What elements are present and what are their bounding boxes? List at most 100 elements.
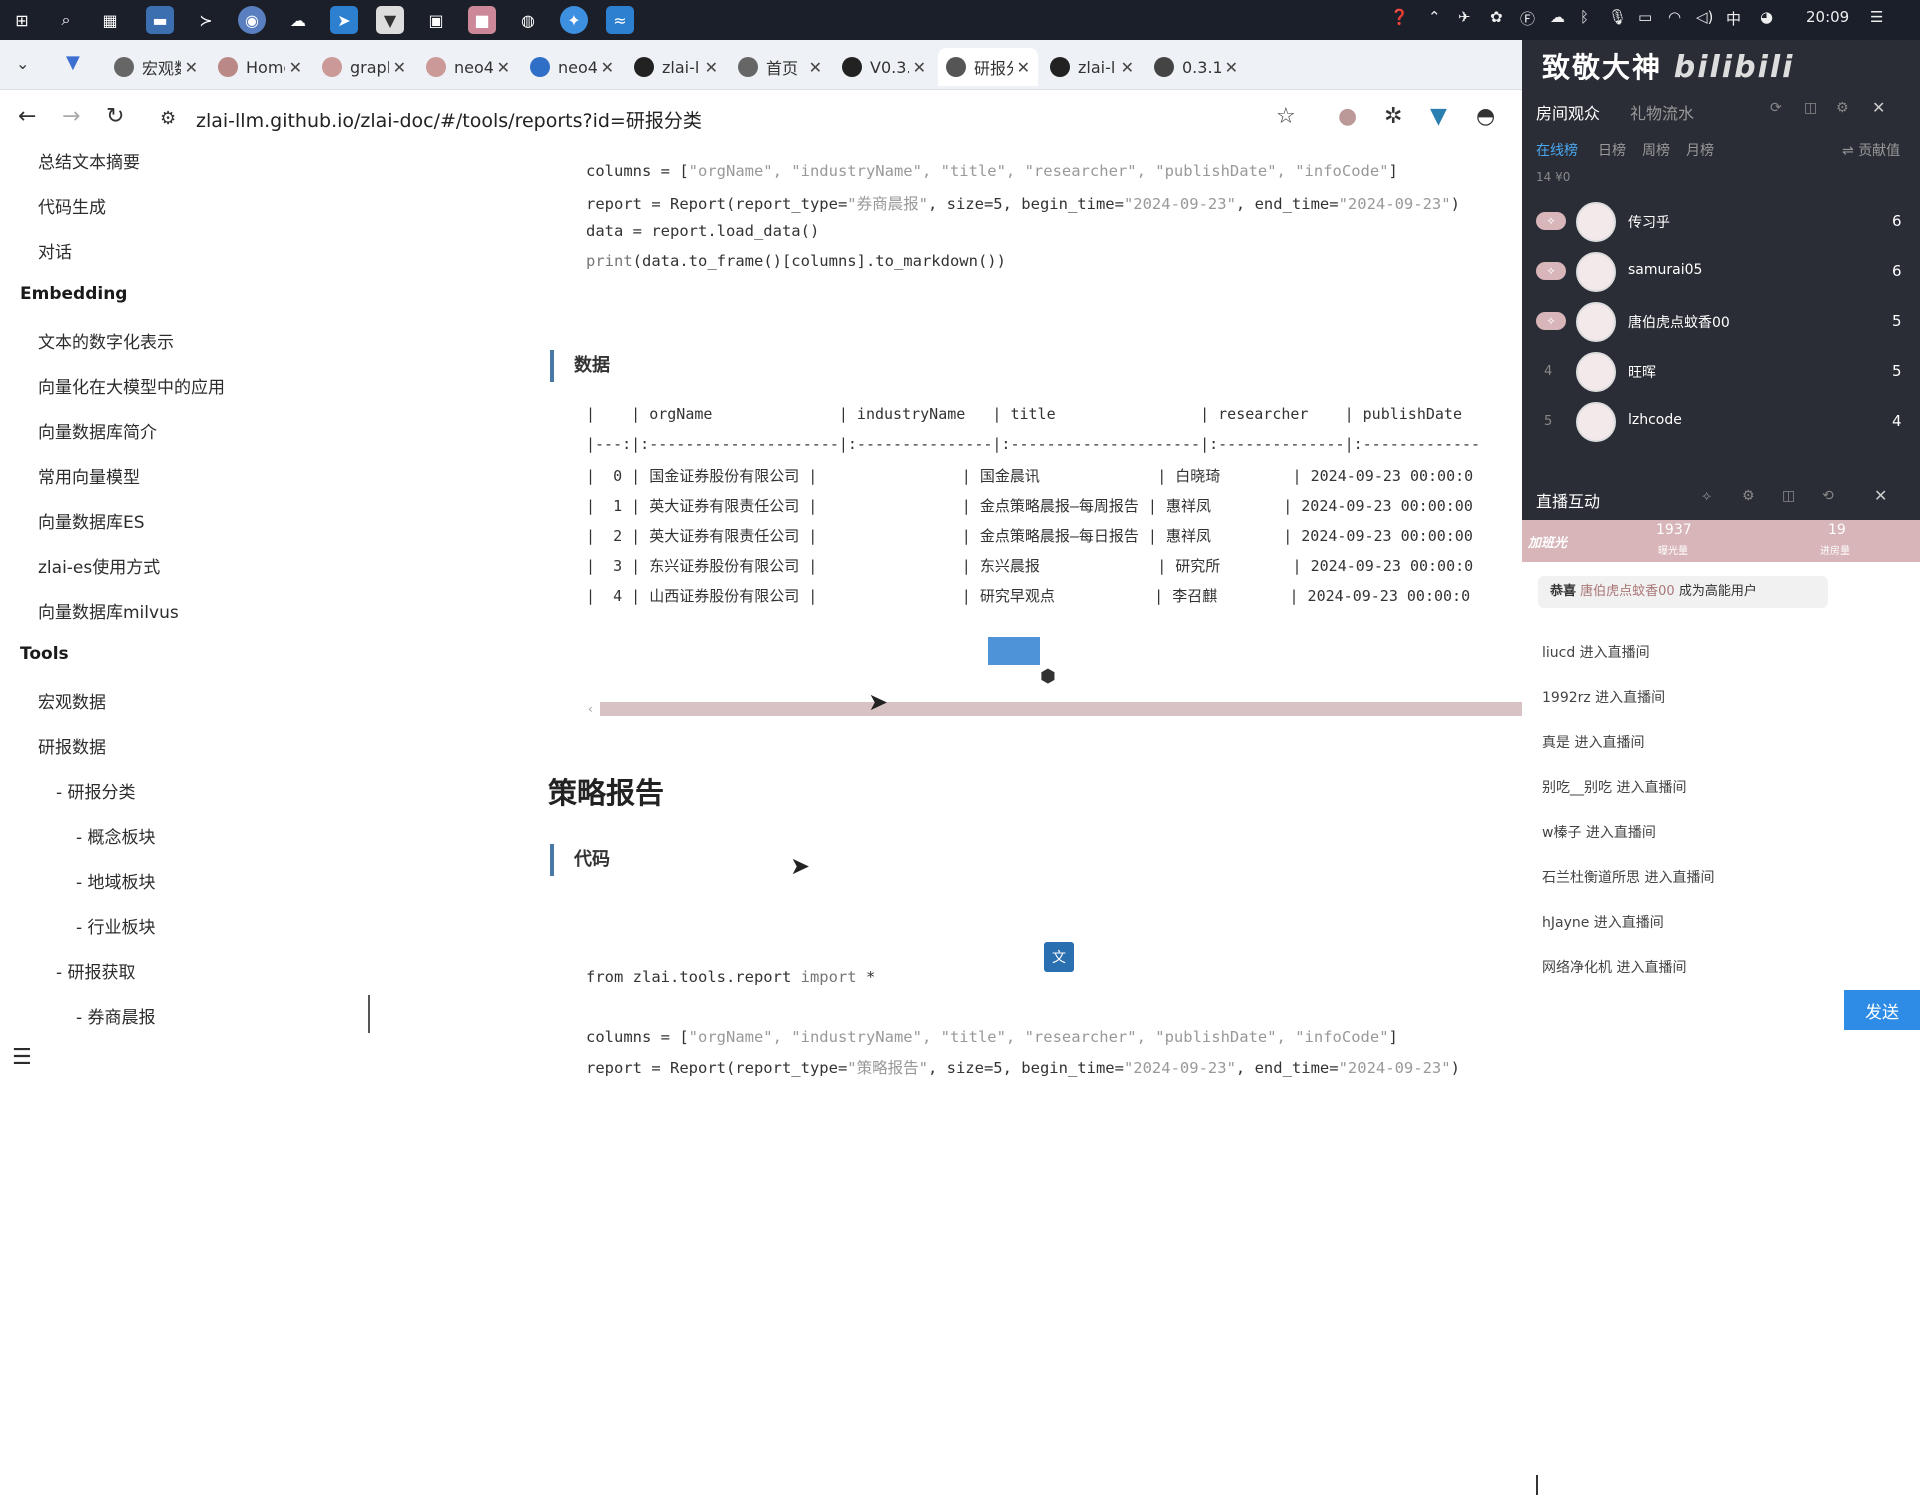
panel-lock-icon[interactable]: ◫ [1804,100,1817,116]
vscode-icon[interactable]: ▼ [376,6,404,34]
tab-close-icon[interactable]: ✕ [809,58,822,77]
tab-close-icon[interactable]: ✕ [185,58,198,77]
browser-tab[interactable]: 首页 ✕ [730,48,830,86]
sidebar-item[interactable]: zlai-es使用方式 [38,553,160,578]
vue-icon[interactable]: ▼ [66,52,80,73]
bookmark-star-icon[interactable]: ☆ [1276,104,1296,129]
mic-icon[interactable]: 🎙 [1608,8,1627,26]
browser-tab[interactable]: Home✕ [210,48,310,86]
file-explorer-icon[interactable]: ▬ [146,6,174,34]
browser-tab[interactable]: 宏观数✕ [106,48,206,86]
app3-icon[interactable]: ■ [468,6,496,34]
panel-close-icon[interactable]: ✕ [1872,98,1885,117]
browser-tab[interactable]: graph✕ [314,48,414,86]
chevron-up-icon[interactable]: ⌃ [1428,8,1441,26]
tab-close-icon[interactable]: ✕ [393,58,406,77]
tab-close-icon[interactable]: ✕ [601,58,614,77]
browser-tab[interactable]: neo4j✕ [418,48,518,86]
interact-refresh-icon[interactable]: ⟲ [1822,488,1834,504]
tab-close-icon[interactable]: ✕ [497,58,510,77]
wifi-icon[interactable]: ◠ [1668,8,1681,26]
browser-tab[interactable]: zlai-l ✕ [626,48,726,86]
sidebar-item[interactable]: 常用向量模型 [38,463,140,488]
sidebar-subitem[interactable]: - 概念板块 [76,823,156,848]
battery-icon[interactable]: ▭ [1638,8,1652,26]
panel-settings-icon[interactable]: ⚙ [1836,100,1849,116]
chat-input[interactable] [1522,990,1844,1030]
tray-app3-icon[interactable]: Ⓕ [1520,8,1535,29]
horizontal-scrollbar[interactable] [600,702,1522,716]
vue-devtools-icon[interactable]: ▼ [1430,104,1447,129]
interact-close-icon[interactable]: ✕ [1874,486,1887,505]
search-icon[interactable]: ⌕ [52,6,80,34]
menu-hamburger-icon[interactable]: ☰ [12,1045,32,1070]
tab-close-icon[interactable]: ✕ [289,58,302,77]
sidebar-subitem[interactable]: - 研报获取 [56,958,136,983]
task-view-icon[interactable]: ▦ [96,6,124,34]
notification-icon[interactable]: ☰ [1870,8,1883,26]
extension2-icon[interactable]: ✲ [1384,104,1402,129]
panel-tool-icon[interactable]: ⟳ [1770,100,1782,116]
sidebar-subitem[interactable]: - 行业板块 [76,913,156,938]
rank-tab-day[interactable]: 日榜 [1598,140,1626,160]
profile-icon[interactable]: ◓ [1476,104,1495,129]
app-icon[interactable]: ➤ [330,6,358,34]
scroll-left-icon[interactable]: ‹ [588,702,593,716]
terminal-icon[interactable]: ≻ [192,6,220,34]
volume-icon[interactable]: ◁) [1696,8,1713,26]
sidebar-item[interactable]: 向量数据库ES [38,508,145,533]
sidebar-item[interactable]: 向量数据库milvus [38,598,179,623]
tab-close-icon[interactable]: ✕ [1017,58,1030,77]
reload-icon[interactable]: ↻ [106,104,124,129]
sidebar-item[interactable]: 总结文本摘要 [38,148,140,173]
tray-cloud-icon[interactable]: ☁ [1550,8,1565,26]
browser-tab[interactable]: V0.3. ✕ [834,48,934,86]
forward-icon[interactable]: → [62,104,80,129]
site-info-icon[interactable]: ⚙ [160,108,176,129]
windows-start-icon[interactable]: ⊞ [8,6,36,34]
browser-tab[interactable]: neo4 ✕ [522,48,622,86]
tab-list-chevron-icon[interactable]: ⌄ [16,54,29,73]
sidebar-item[interactable]: 宏观数据 [38,688,106,713]
tab-close-icon[interactable]: ✕ [913,58,926,77]
sidebar-subitem[interactable]: - 地域板块 [76,868,156,893]
extension-icon[interactable]: ● [1338,104,1357,129]
chrome-icon[interactable]: ◍ [514,6,542,34]
tab-close-icon[interactable]: ✕ [705,58,718,77]
sidebar-item[interactable]: 对话 [38,238,72,263]
cloud-app-icon[interactable]: ≈ [606,6,634,34]
tab-close-icon[interactable]: ✕ [1225,58,1238,77]
sidebar-item[interactable]: 文本的数字化表示 [38,328,174,353]
send-button[interactable]: 发送 [1844,990,1920,1030]
sidebar-subitem[interactable]: - 研报分类 [56,778,136,803]
ime-indicator[interactable]: 中 [1726,8,1741,29]
interact-lock-icon[interactable]: ◫ [1782,488,1795,504]
tray-app2-icon[interactable]: ✿ [1490,8,1503,26]
browser-tab[interactable]: 研报分✕ [938,48,1038,86]
tray-app-icon[interactable]: ✈ [1458,8,1471,26]
sidebar-item[interactable]: 代码生成 [38,193,106,218]
sidebar-item[interactable]: 向量数据库简介 [38,418,157,443]
browser-tab[interactable]: zlai-l ✕ [1042,48,1142,86]
interact-tool-icon[interactable]: ⟡ [1702,488,1711,504]
interact-settings-icon[interactable]: ⚙ [1742,488,1755,504]
rank-tab-week[interactable]: 周榜 [1642,140,1670,160]
app2-icon[interactable]: ▣ [422,6,450,34]
tray-app4-icon[interactable]: ◕ [1760,8,1773,26]
tab-close-icon[interactable]: ✕ [1121,58,1134,77]
bluetooth-icon[interactable]: ᛒ [1580,8,1589,26]
sidebar-resize-handle[interactable] [368,995,370,1033]
tab-gifts[interactable]: 礼物流水 [1630,100,1694,124]
back-icon[interactable]: ← [18,104,36,129]
tab-audience[interactable]: 房间观众 [1536,100,1600,124]
sidebar-subitem[interactable]: - 券商晨报 [76,1003,156,1028]
wechat-icon[interactable]: ☁ [284,6,312,34]
help-icon[interactable]: ❓ [1390,8,1409,26]
browser-icon[interactable]: ◉ [238,6,266,34]
rank-tab-online[interactable]: 在线榜 [1536,140,1578,160]
bird-icon[interactable]: ✦ [560,6,588,34]
url-text[interactable]: zlai-llm.github.io/zlai-doc/#/tools/repo… [196,106,702,133]
translate-popup-icon[interactable]: ⬢ [1040,666,1056,687]
sidebar-section-embedding[interactable]: Embedding [20,284,127,304]
rank-tab-month[interactable]: 月榜 [1686,140,1714,160]
